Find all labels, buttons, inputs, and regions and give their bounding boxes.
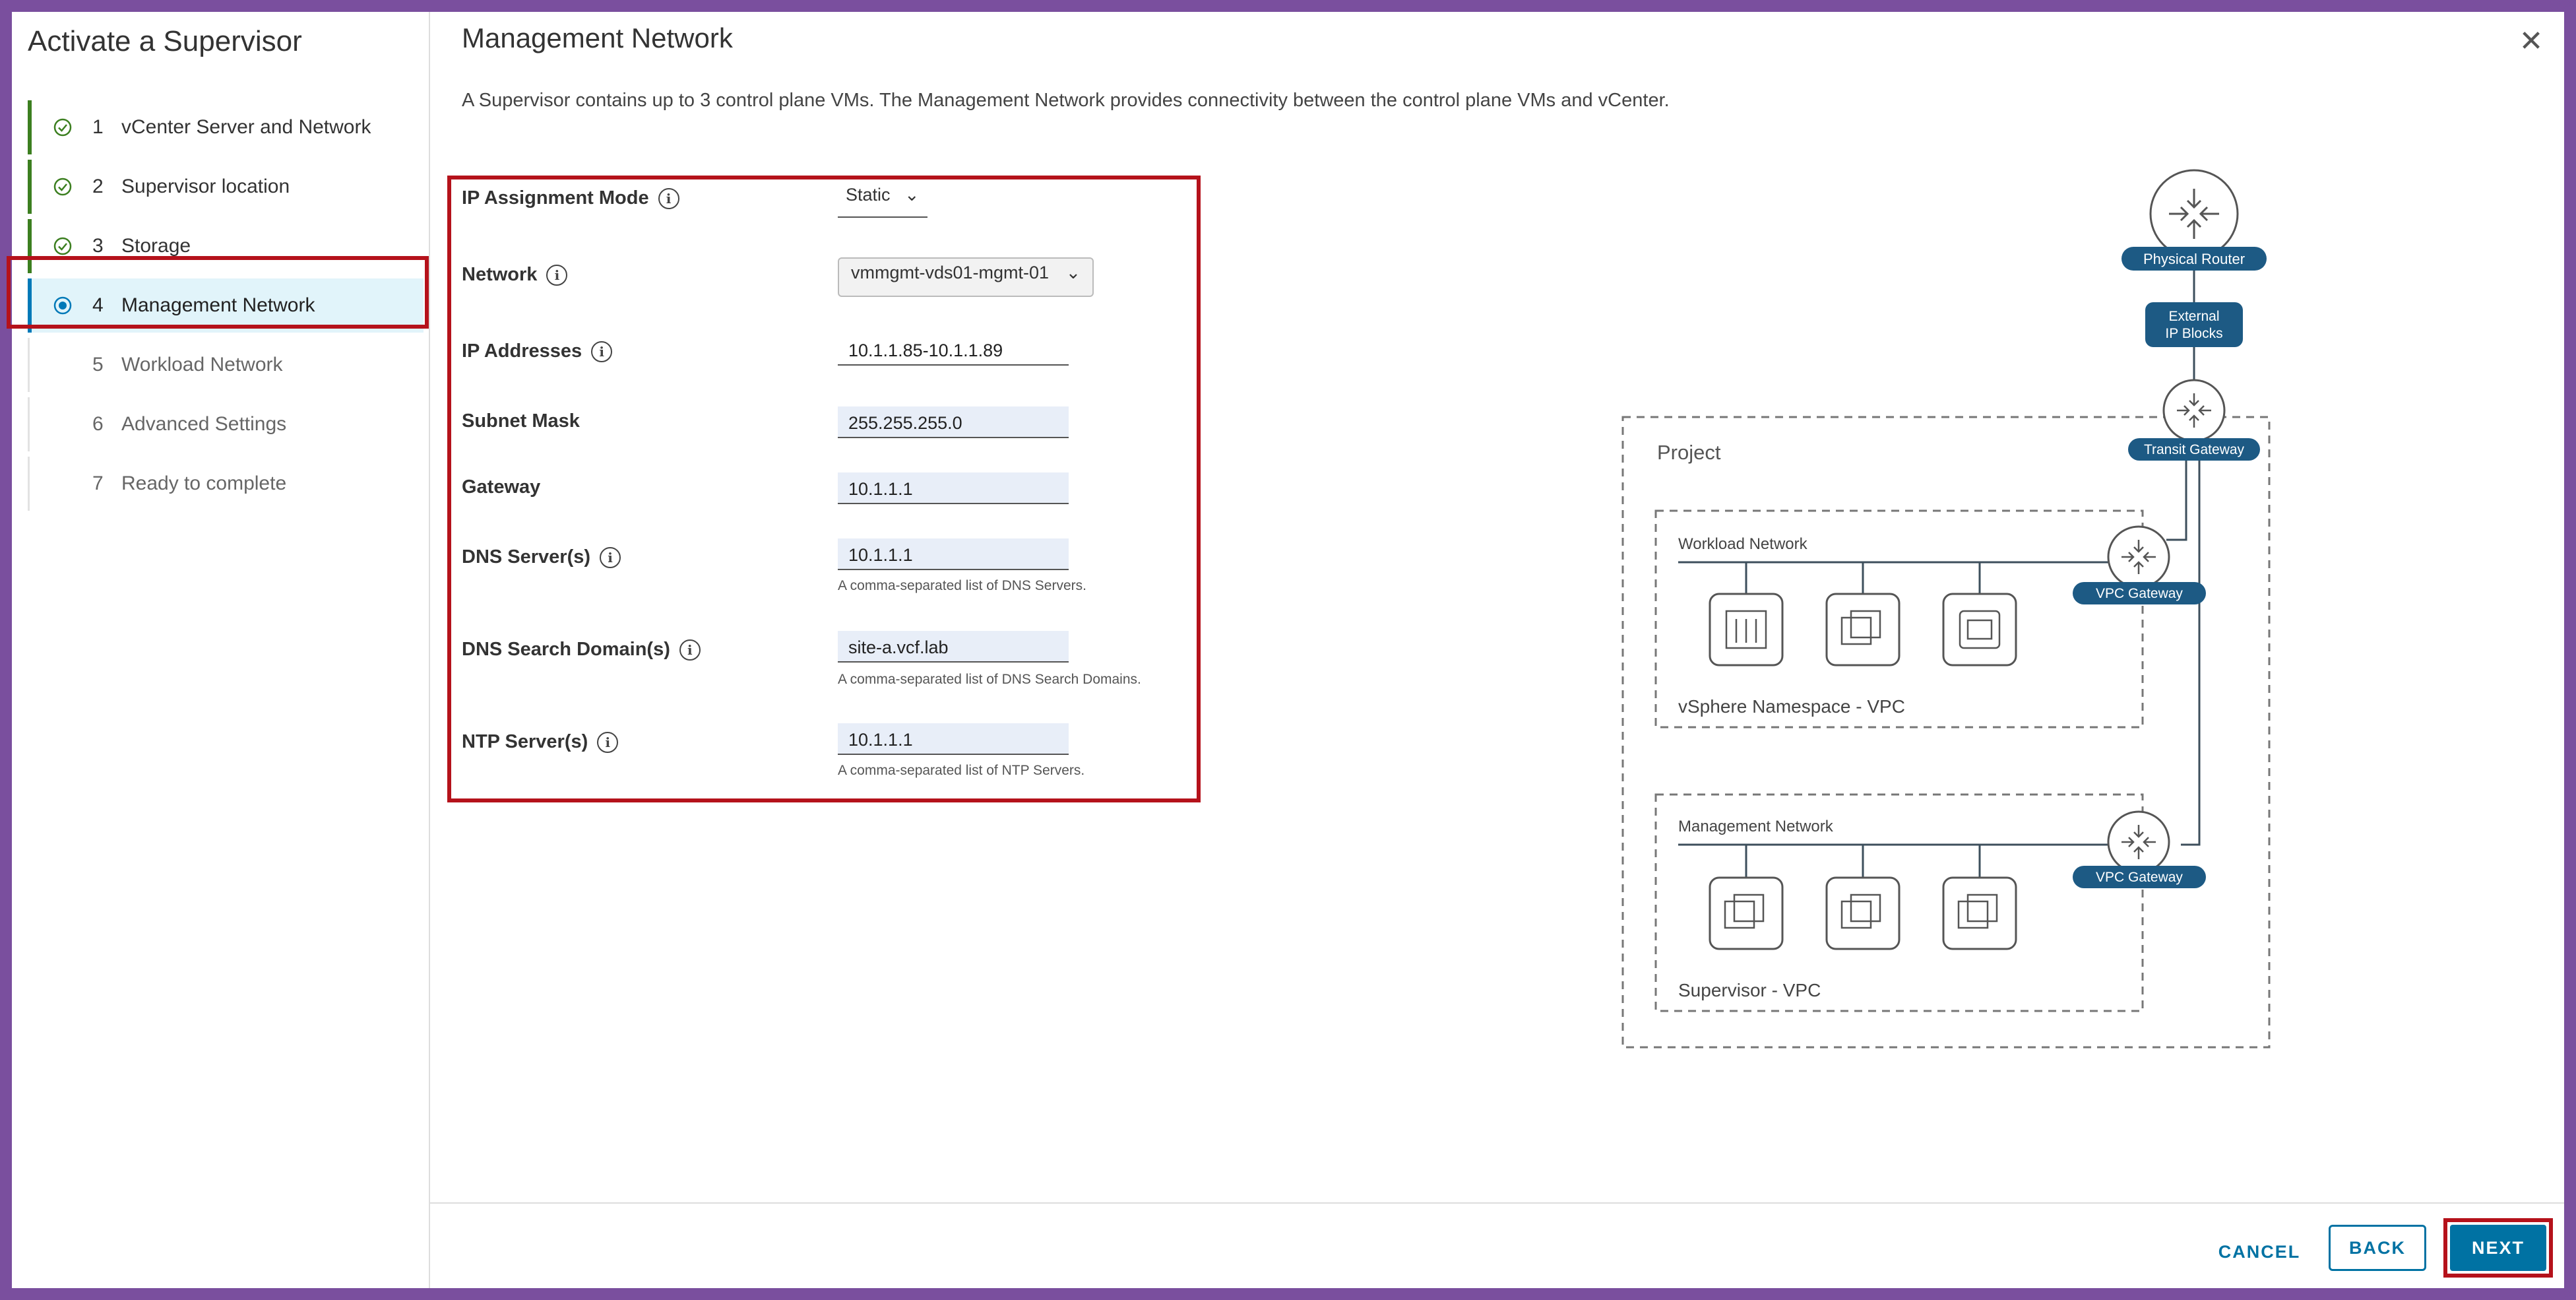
vm-icon (1709, 876, 1784, 950)
step-label: Workload Network (121, 354, 283, 375)
step-indicator-bar (28, 160, 32, 214)
field-label-text: IP Assignment Mode (462, 187, 649, 209)
container-icon (1942, 593, 2017, 666)
info-icon[interactable]: i (546, 265, 568, 286)
chevron-down-icon: ⌄ (904, 185, 920, 205)
field-label-text: IP Addresses (462, 341, 582, 362)
transit-gateway-label: Transit Gateway (2144, 442, 2245, 457)
dns-servers-input[interactable]: 10.1.1.1 (838, 538, 1069, 570)
network-label: Network i (462, 264, 568, 286)
step-indicator-bar (28, 338, 30, 392)
workload-network-label: Workload Network (1678, 535, 1808, 553)
gateway-label: Gateway (462, 476, 541, 498)
check-circle-icon (53, 237, 72, 255)
step-vcenter-server-and-network[interactable]: 1 vCenter Server and Network (28, 100, 424, 154)
step-number: 3 (92, 235, 104, 257)
physical-router-icon (2149, 169, 2239, 259)
field-label-text: DNS Server(s) (462, 546, 591, 568)
close-icon[interactable]: ✕ (2515, 25, 2548, 58)
step-indicator-bar (28, 100, 32, 154)
info-icon[interactable]: i (679, 639, 701, 661)
wizard-title: Activate a Supervisor (28, 25, 302, 57)
field-label-text: NTP Server(s) (462, 731, 588, 752)
dns-servers-label: DNS Server(s) i (462, 546, 621, 569)
step-label: Supervisor location (121, 176, 290, 197)
step-number: 2 (92, 176, 104, 197)
dns-servers-hint: A comma-separated list of DNS Servers. (838, 578, 1086, 593)
page-title: Management Network (462, 22, 733, 53)
info-icon[interactable]: i (597, 732, 619, 754)
step-number: 7 (92, 472, 104, 494)
ip-assignment-mode-select[interactable]: Static ⌄ (838, 182, 927, 218)
ntp-servers-input[interactable]: 10.1.1.1 (838, 723, 1069, 755)
management-network-diagram-label: Management Network (1678, 818, 1834, 835)
vpc-gateway-label-1: VPC Gateway (2096, 586, 2183, 601)
highlight-box-current-step (7, 256, 429, 329)
vpc-gateway-icon (2107, 810, 2170, 874)
step-supervisor-location[interactable]: 2 Supervisor location (28, 160, 424, 214)
step-label: Storage (121, 235, 191, 257)
cancel-button[interactable]: CANCEL (2203, 1229, 2315, 1275)
subnet-mask-label: Subnet Mask (462, 410, 580, 432)
ip-addresses-input[interactable]: 10.1.1.85-10.1.1.89 (838, 334, 1069, 366)
step-number: 1 (92, 116, 104, 138)
step-advanced-settings[interactable]: 6 Advanced Settings (28, 397, 424, 451)
network-select[interactable]: vmmgmt-vds01-mgmt-01 ⌄ (838, 257, 1094, 297)
highlight-box-next-button (2443, 1218, 2553, 1278)
ip-addresses-label: IP Addresses i (462, 341, 613, 363)
step-label: Advanced Settings (121, 413, 287, 435)
subnet-mask-input[interactable]: 255.255.255.0 (838, 406, 1069, 438)
info-icon[interactable]: i (600, 547, 621, 569)
chevron-down-icon: ⌄ (1065, 263, 1081, 282)
field-label-text: Network (462, 264, 538, 285)
info-icon[interactable]: i (658, 188, 679, 210)
select-value: Static (846, 185, 891, 205)
namespace-vpc-label: vSphere Namespace - VPC (1678, 696, 1905, 717)
step-label: vCenter Server and Network (121, 116, 371, 138)
step-number: 5 (92, 354, 104, 375)
step-number: 6 (92, 413, 104, 435)
check-circle-icon (53, 178, 72, 196)
dns-search-domains-input[interactable]: site-a.vcf.lab (838, 631, 1069, 663)
transit-gateway-icon (2162, 379, 2226, 442)
physical-router-label: Physical Router (2143, 251, 2245, 267)
external-ip-blocks-label-1: External (2168, 309, 2219, 324)
ntp-servers-label: NTP Server(s) i (462, 731, 619, 754)
vpc-gateway-icon (2107, 525, 2170, 589)
page-description: A Supervisor contains up to 3 control pl… (462, 90, 1670, 111)
check-circle-icon (53, 118, 72, 137)
network-topology-diagram: Physical Router External IP Blocks Trans… (1621, 169, 2271, 1049)
step-label: Ready to complete (121, 472, 287, 494)
info-icon[interactable]: i (591, 341, 613, 363)
step-indicator-bar (28, 457, 30, 511)
supervisor-vpc-label: Supervisor - VPC (1678, 980, 1821, 1000)
vpc-gateway-label-2: VPC Gateway (2096, 870, 2183, 885)
back-button[interactable]: BACK (2329, 1225, 2426, 1271)
gateway-input[interactable]: 10.1.1.1 (838, 472, 1069, 504)
project-label: Project (1657, 441, 1721, 464)
wizard-sidebar: Activate a Supervisor 1 vCenter Server a… (12, 12, 430, 1288)
footer-divider (430, 1202, 2564, 1204)
step-indicator-bar (28, 397, 30, 451)
field-label-text: DNS Search Domain(s) (462, 639, 670, 660)
vm-icon (1825, 876, 1901, 950)
vm-icon (1825, 593, 1901, 666)
select-value: vmmgmt-vds01-mgmt-01 (851, 263, 1050, 282)
vm-icon (1942, 876, 2017, 950)
ip-assignment-mode-label: IP Assignment Mode i (462, 187, 679, 210)
step-ready-to-complete[interactable]: 7 Ready to complete (28, 457, 424, 511)
dns-search-domains-hint: A comma-separated list of DNS Search Dom… (838, 672, 1141, 687)
external-ip-blocks-label-2: IP Blocks (2165, 326, 2222, 341)
dns-search-domains-label: DNS Search Domain(s) i (462, 639, 701, 661)
ntp-servers-hint: A comma-separated list of NTP Servers. (838, 763, 1085, 778)
step-workload-network[interactable]: 5 Workload Network (28, 338, 424, 392)
